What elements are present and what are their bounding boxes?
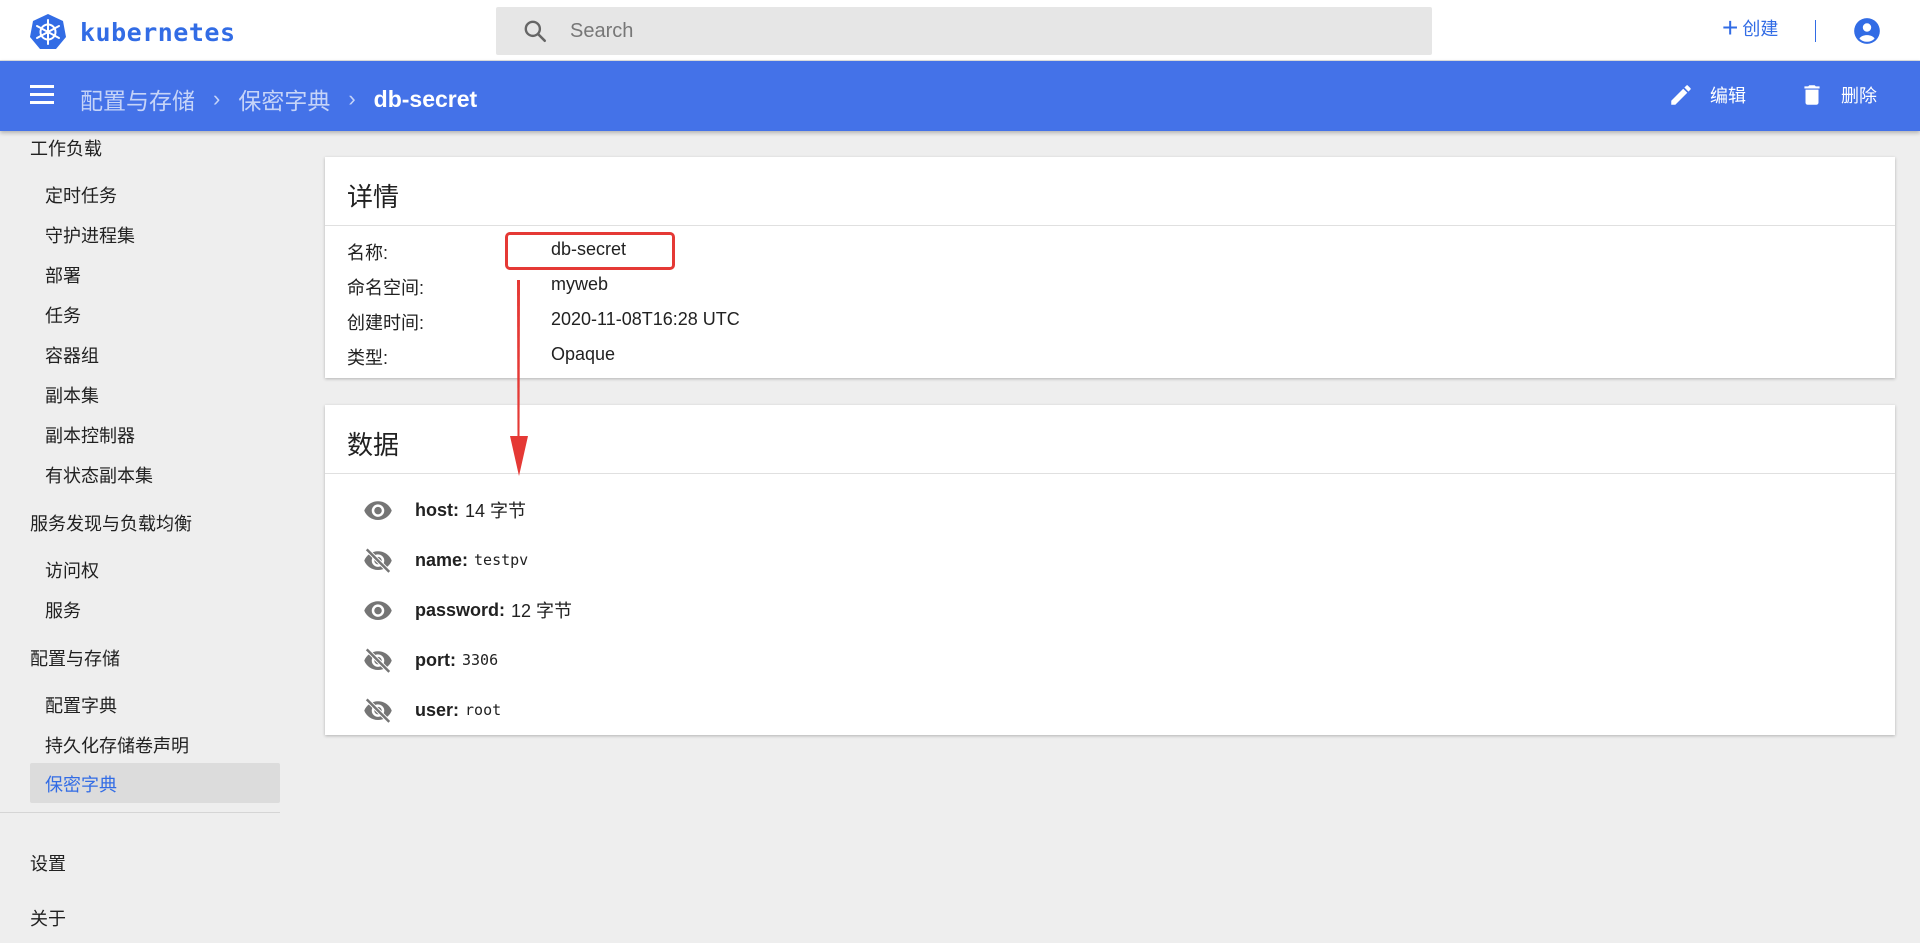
- eye-icon[interactable]: [363, 495, 393, 525]
- app-name: kubernetes: [80, 17, 236, 47]
- page-title: db-secret: [373, 85, 478, 112]
- sidebar-item-label: 保密字典: [45, 775, 117, 795]
- details-title: 详情: [347, 182, 400, 212]
- search-bar[interactable]: [496, 7, 1432, 55]
- sidebar-section-workloads[interactable]: 工作负载: [30, 135, 102, 161]
- search-input[interactable]: [570, 19, 1370, 43]
- delete-label: 删除: [1841, 86, 1877, 106]
- sidebar-section-config-storage[interactable]: 配置与存储: [30, 645, 120, 671]
- breadcrumb-secrets[interactable]: 保密字典: [238, 82, 330, 116]
- search-icon: [524, 20, 547, 43]
- data-value: testpv: [474, 551, 529, 569]
- detail-label-type: 类型:: [347, 348, 389, 368]
- data-row-password: password: 12 字节: [363, 595, 572, 625]
- data-key: host:: [415, 499, 459, 520]
- sidebar-item-replication-controllers[interactable]: 副本控制器: [45, 422, 135, 448]
- sidebar-item-ingresses[interactable]: 访问权: [45, 557, 99, 583]
- data-value: 12 字节: [511, 601, 573, 621]
- detail-value-created: 2020-11-08T16:28 UTC: [551, 309, 740, 329]
- chevron-right-icon: ›: [213, 86, 221, 111]
- detail-label-name: 名称:: [347, 243, 389, 263]
- edit-label: 编辑: [1710, 86, 1746, 106]
- card-divider: [325, 225, 1895, 226]
- detail-value-namespace[interactable]: myweb: [551, 274, 608, 295]
- sidebar-item-services[interactable]: 服务: [45, 597, 81, 623]
- menu-icon[interactable]: [30, 85, 56, 107]
- account-circle-icon[interactable]: [1853, 17, 1881, 45]
- data-row-name: name: testpv: [363, 545, 528, 575]
- chevron-right-icon: ›: [348, 86, 356, 111]
- delete-button[interactable]: 删除: [1799, 82, 1877, 108]
- sidebar-item-jobs[interactable]: 任务: [45, 302, 81, 328]
- action-bar: 配置与存储 › 保密字典 › db-secret 编辑 删除: [0, 61, 1920, 131]
- detail-value-type: Opaque: [551, 344, 616, 364]
- data-key: user:: [415, 699, 460, 720]
- sidebar-item-about[interactable]: 关于: [30, 905, 66, 931]
- sidebar-item-pvcs[interactable]: 持久化存储卷声明: [45, 732, 189, 758]
- data-key: name:: [415, 549, 469, 570]
- sidebar-item-daemonsets[interactable]: 守护进程集: [45, 222, 135, 248]
- data-row-port: port: 3306: [363, 645, 498, 675]
- sidebar-item-configmaps[interactable]: 配置字典: [45, 692, 117, 718]
- top-bar: kubernetes + 创建: [0, 0, 1920, 61]
- sidebar-item-pods[interactable]: 容器组: [45, 342, 99, 368]
- kubernetes-helm-icon: [30, 14, 66, 49]
- card-divider: [325, 473, 1895, 474]
- data-card: 数据 host: 14 字节 name: testpv password: 12…: [325, 405, 1895, 735]
- detail-label-namespace: 命名空间:: [347, 278, 425, 298]
- eye-off-icon[interactable]: [363, 695, 393, 725]
- plus-icon: +: [1722, 12, 1739, 43]
- sidebar-item-settings[interactable]: 设置: [30, 850, 66, 876]
- edit-button[interactable]: 编辑: [1668, 82, 1746, 108]
- create-button[interactable]: + 创建: [1722, 14, 1778, 42]
- pencil-icon: [1671, 85, 1691, 105]
- eye-icon[interactable]: [363, 595, 393, 625]
- eye-off-icon[interactable]: [363, 545, 393, 575]
- sidebar-divider: [0, 812, 280, 813]
- sidebar-item-replicasets[interactable]: 副本集: [45, 382, 99, 408]
- sidebar-section-discovery[interactable]: 服务发现与负载均衡: [30, 510, 192, 536]
- sidebar-item-cronjobs[interactable]: 定时任务: [45, 182, 117, 208]
- annotation-arrow-icon: [510, 280, 528, 476]
- sidebar-item-secrets[interactable]: 保密字典: [30, 763, 280, 803]
- data-value: root: [465, 701, 502, 719]
- logo[interactable]: kubernetes: [28, 12, 236, 52]
- breadcrumb-config-storage[interactable]: 配置与存储: [80, 82, 195, 116]
- data-row-host: host: 14 字节: [363, 495, 526, 525]
- divider: [1815, 20, 1816, 42]
- breadcrumb: 配置与存储 › 保密字典 › db-secret: [80, 82, 477, 116]
- data-key: password:: [415, 599, 506, 620]
- data-row-user: user: root: [363, 695, 501, 725]
- eye-off-icon[interactable]: [363, 645, 393, 675]
- data-value: 14 字节: [465, 501, 527, 521]
- create-label: 创建: [1742, 19, 1779, 39]
- data-value: 3306: [461, 651, 499, 669]
- sidebar-item-deployments[interactable]: 部署: [45, 262, 81, 288]
- detail-label-created: 创建时间:: [347, 313, 425, 333]
- data-key: port:: [415, 649, 456, 670]
- annotation-highlight-box: [505, 232, 675, 270]
- sidebar-item-statefulsets[interactable]: 有状态副本集: [45, 462, 153, 488]
- trash-icon: [1804, 85, 1820, 105]
- sidebar: 工作负载 定时任务 守护进程集 部署 任务 容器组 副本集 副本控制器 有状态副…: [0, 131, 280, 943]
- data-title: 数据: [347, 430, 400, 460]
